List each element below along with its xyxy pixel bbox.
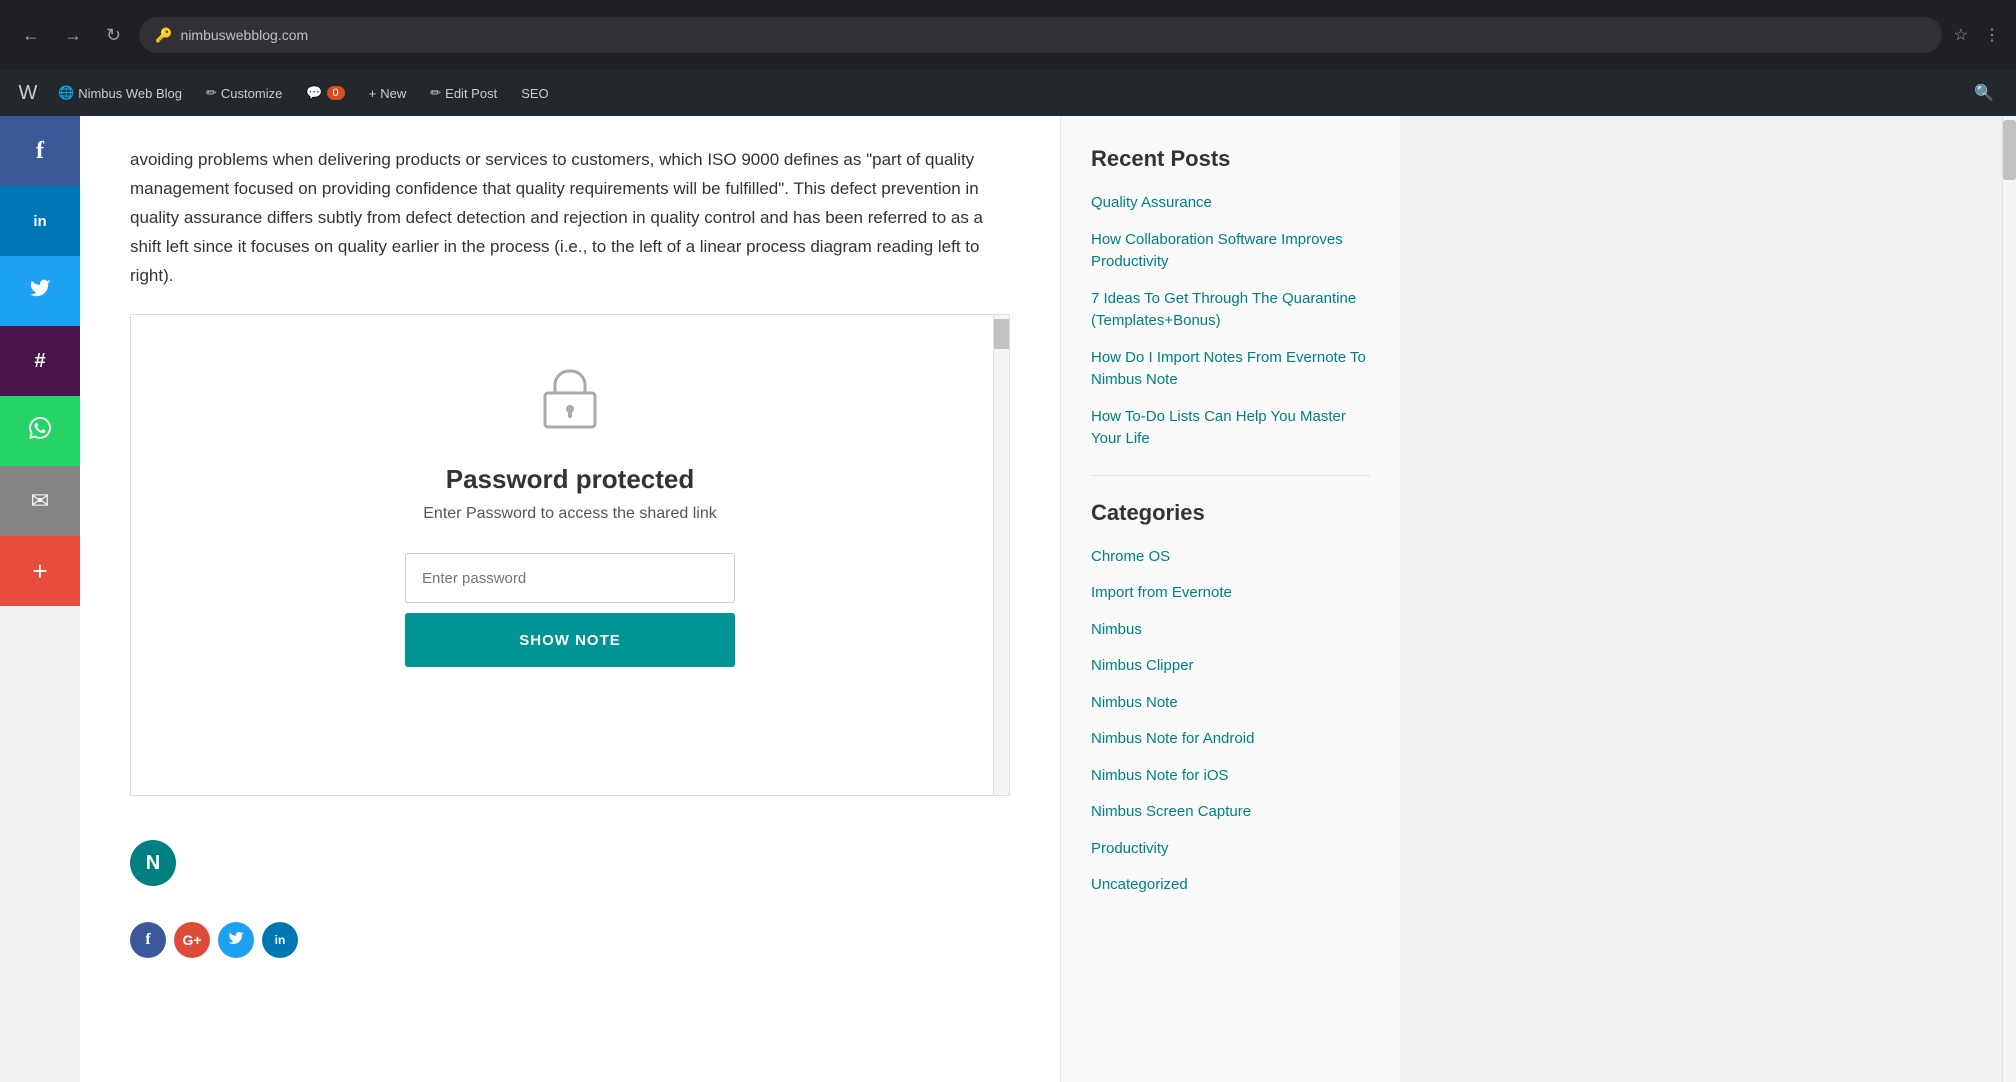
category-0[interactable]: Chrome OS [1091,546,1370,569]
main-content: avoiding problems when delivering produc… [80,116,1060,1082]
plus-share-icon: + [32,556,47,587]
nimbus-avatar: N [130,840,176,886]
article-text: avoiding problems when delivering produc… [130,146,1010,290]
browser-icons-right: ☆ ⋮ [1954,25,2000,45]
twitter-icon [29,277,51,305]
category-2[interactable]: Nimbus [1091,619,1370,642]
categories-title: Categories [1091,500,1370,526]
password-subtitle: Enter Password to access the shared link [423,505,716,523]
recent-post-4[interactable]: How To-Do Lists Can Help You Master Your… [1091,406,1370,451]
refresh-button[interactable]: ↻ [100,21,127,50]
outer-scrollbar[interactable] [2002,116,2016,1082]
recent-post-0[interactable]: Quality Assurance [1091,192,1370,215]
category-5[interactable]: Nimbus Note for Android [1091,728,1370,751]
post-linkedin-label: in [275,933,286,947]
site-name: Nimbus Web Blog [78,86,182,101]
password-protected-box: Password protected Enter Password to acc… [130,314,1010,796]
wp-admin-seo[interactable]: SEO [511,70,558,116]
page-wrapper: f in # ✉ + avoiding problems when delive… [0,116,2016,1082]
email-icon: ✉ [31,488,49,514]
forward-button[interactable]: → [58,21,88,50]
wp-admin-right: 🔍 [1964,83,2004,103]
password-title: Password protected [446,464,695,495]
category-9[interactable]: Uncategorized [1091,874,1370,897]
slack-share-button[interactable]: # [0,326,80,396]
post-google-label: G+ [182,932,201,948]
plus-icon: + [369,86,377,101]
category-8[interactable]: Productivity [1091,838,1370,861]
address-bar[interactable]: 🔑 nimbuswebblog.com [139,17,1942,53]
show-note-button[interactable]: SHOW NOTE [405,613,735,667]
box-scrollbar[interactable] [993,315,1009,795]
wp-admin-comments[interactable]: 💬 0 [296,70,354,116]
whatsapp-icon [29,417,51,445]
post-linkedin-icon[interactable]: in [262,922,298,958]
more-share-button[interactable]: + [0,536,80,606]
linkedin-icon: in [33,213,46,230]
password-box-inner: Password protected Enter Password to acc… [131,315,1009,795]
twitter-share-button[interactable] [0,256,80,326]
comments-icon: 💬 [306,85,322,101]
key-icon: 🔑 [155,27,172,44]
linkedin-share-button[interactable]: in [0,186,80,256]
facebook-icon: f [36,138,44,165]
wp-admin-site[interactable]: 🌐 Nimbus Web Blog [48,70,192,116]
back-button[interactable]: ← [16,21,46,50]
category-4[interactable]: Nimbus Note [1091,692,1370,715]
outer-scroll-thumb [2003,120,2016,180]
right-sidebar: Recent Posts Quality Assurance How Colla… [1060,116,1400,1082]
wp-admin-customize[interactable]: ✏ Customize [196,70,292,116]
post-twitter-label [228,930,244,951]
wp-admin-edit-post[interactable]: ✏ Edit Post [420,70,507,116]
post-facebook-label: f [145,931,150,949]
sidebar-divider-1 [1091,475,1370,476]
category-1[interactable]: Import from Evernote [1091,582,1370,605]
edit-icon: ✏ [430,85,441,101]
whatsapp-share-button[interactable] [0,396,80,466]
post-google-icon[interactable]: G+ [174,922,210,958]
category-6[interactable]: Nimbus Note for iOS [1091,765,1370,788]
slack-icon: # [34,350,45,373]
recent-post-2[interactable]: 7 Ideas To Get Through The Quarantine (T… [1091,288,1370,333]
recent-posts-title: Recent Posts [1091,146,1370,172]
post-twitter-icon[interactable] [218,922,254,958]
facebook-share-button[interactable]: f [0,116,80,186]
wp-admin-new[interactable]: + New [359,70,417,116]
email-share-button[interactable]: ✉ [0,466,80,536]
category-7[interactable]: Nimbus Screen Capture [1091,801,1370,824]
recent-post-1[interactable]: How Collaboration Software Improves Prod… [1091,229,1370,274]
site-icon: 🌐 [58,85,74,101]
password-input[interactable] [405,553,735,603]
wp-search-icon[interactable]: 🔍 [1964,83,2004,103]
scroll-thumb [994,319,1009,349]
post-facebook-icon[interactable]: f [130,922,166,958]
more-icon[interactable]: ⋮ [1984,25,2000,45]
star-icon[interactable]: ☆ [1954,25,1968,45]
wp-admin-bar: W 🌐 Nimbus Web Blog ✏ Customize 💬 0 + Ne… [0,70,2016,116]
post-social-icons: f G+ in [130,906,1010,974]
wp-logo[interactable]: W [12,77,44,109]
category-3[interactable]: Nimbus Clipper [1091,655,1370,678]
browser-chrome: ← → ↻ 🔑 nimbuswebblog.com ☆ ⋮ [0,0,2016,70]
address-text: nimbuswebblog.com [181,27,309,43]
recent-post-3[interactable]: How Do I Import Notes From Evernote To N… [1091,347,1370,392]
lock-icon [541,365,599,444]
comment-count: 0 [327,86,345,100]
customize-icon: ✏ [206,85,217,101]
social-sidebar: f in # ✉ + [0,116,80,1082]
